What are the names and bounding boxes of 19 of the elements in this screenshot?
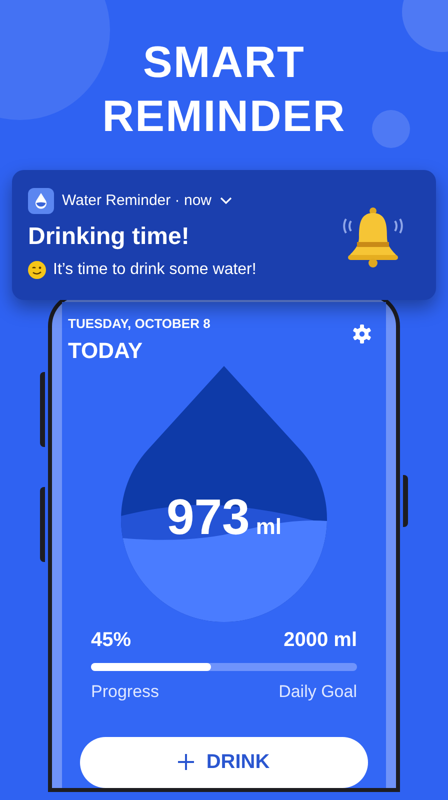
date-label: TUESDAY, OCTOBER 8 [68, 316, 210, 332]
ringing-bell-icon [340, 205, 406, 269]
chevron-down-icon[interactable] [220, 197, 232, 205]
intake-amount: 973 [166, 492, 250, 542]
daily-goal-label: Daily Goal [278, 681, 357, 704]
notification-title: Drinking time! [28, 222, 190, 252]
plus-icon [178, 754, 194, 770]
today-heading: TODAY [68, 338, 144, 364]
winking-face-icon [28, 261, 46, 279]
drink-button[interactable]: DRINK [80, 736, 368, 788]
daily-goal-value: 2000 ml [284, 628, 357, 654]
notification-app-line: Water Reminder · now [62, 190, 212, 211]
headline: SMART REMINDER [101, 37, 347, 143]
progress-percent: 45% [91, 628, 132, 654]
app-drop-icon [28, 188, 54, 214]
progress-label: Progress [91, 681, 160, 704]
settings-icon[interactable] [352, 324, 372, 344]
notification-message: It’s time to drink some water! [53, 260, 256, 280]
intake-unit: ml [256, 513, 282, 541]
